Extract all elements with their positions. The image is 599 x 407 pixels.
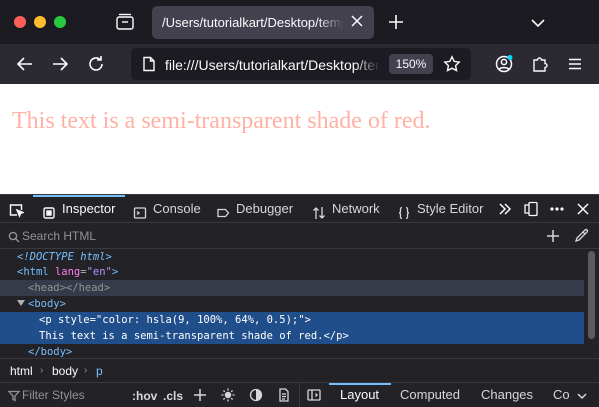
- tab-network[interactable]: Network: [312, 195, 384, 223]
- breadcrumb-p[interactable]: p: [96, 364, 103, 378]
- tab-title: /Users/tutorialkart/Desktop/temp.html: [162, 15, 344, 30]
- close-icon[interactable]: [350, 14, 364, 28]
- network-icon: [312, 202, 326, 219]
- tab-inspector[interactable]: Inspector: [42, 195, 122, 223]
- breadcrumb-body[interactable]: body: [52, 364, 78, 378]
- markup-node-head[interactable]: <head></head>: [0, 280, 584, 296]
- close-devtools-icon[interactable]: [576, 202, 590, 216]
- style-editor-icon: [397, 202, 411, 220]
- navigation-toolbar: file:///Users/tutorialkart/Desktop/temp.…: [0, 44, 599, 84]
- breadcrumb-separator-icon: ›: [84, 365, 88, 376]
- menu-icon[interactable]: [565, 54, 585, 74]
- star-icon[interactable]: [443, 55, 461, 73]
- markup-tree: <!DOCTYPE html> <html lang="en"> <head><…: [0, 249, 599, 358]
- markup-node-html[interactable]: <html lang="en">: [0, 264, 584, 280]
- tab-list-icon[interactable]: [114, 11, 136, 33]
- tab-style-editor[interactable]: Style Editor: [397, 195, 489, 223]
- zoom-window-button[interactable]: [54, 16, 66, 28]
- markup-node-doctype[interactable]: <!DOCTYPE html>: [0, 249, 584, 265]
- title-bar: /Users/tutorialkart/Desktop/temp.html: [0, 0, 599, 44]
- console-icon: [133, 202, 147, 219]
- search-icon: [8, 230, 20, 243]
- page-content: This text is a semi-transparent shade of…: [0, 84, 599, 194]
- url-bar[interactable]: file:///Users/tutorialkart/Desktop/temp.…: [131, 48, 471, 80]
- tab-debugger[interactable]: Debugger: [216, 195, 298, 223]
- zoom-level-button[interactable]: 150%: [389, 54, 433, 74]
- more-tabs-chevron-icon[interactable]: [497, 201, 513, 217]
- add-node-icon[interactable]: [546, 229, 560, 243]
- expand-twisty-icon[interactable]: [17, 300, 25, 306]
- chevron-down-icon[interactable]: [530, 16, 546, 28]
- scrollbar-thumb[interactable]: [588, 251, 595, 339]
- close-window-button[interactable]: [14, 16, 26, 28]
- forward-arrow-icon[interactable]: [50, 54, 70, 74]
- plus-icon[interactable]: [387, 13, 405, 31]
- reload-icon[interactable]: [86, 54, 106, 74]
- tab-console[interactable]: Console: [133, 195, 205, 223]
- chevron-down-icon[interactable]: [576, 389, 588, 401]
- search-html-input[interactable]: [22, 227, 522, 245]
- minimize-window-button[interactable]: [34, 16, 46, 28]
- page-icon: [141, 56, 157, 72]
- breadcrumb-html[interactable]: html: [10, 364, 33, 378]
- markup-node-p-selected[interactable]: <p style="color: hsla(9, 100%, 64%, 0.5)…: [0, 312, 584, 328]
- toggle-sidebar-icon[interactable]: [307, 388, 321, 402]
- tab-computed[interactable]: Computed: [400, 383, 466, 407]
- dark-mode-icon[interactable]: [249, 388, 263, 402]
- print-media-icon[interactable]: [277, 388, 291, 402]
- url-text[interactable]: file:///Users/tutorialkart/Desktop/temp.…: [165, 57, 380, 73]
- classes-button[interactable]: .cls: [163, 389, 183, 403]
- hover-states-button[interactable]: :hov: [132, 389, 157, 403]
- markup-node-body-close[interactable]: </body>: [0, 344, 584, 358]
- debugger-icon: [216, 202, 230, 218]
- rules-toolbar: :hov .cls Layout Computed Changes Co: [0, 382, 599, 407]
- inspector-icon: [42, 202, 56, 219]
- light-mode-icon[interactable]: [221, 388, 235, 402]
- element-picker-icon[interactable]: [8, 202, 25, 218]
- breadcrumb-separator-icon: ›: [40, 365, 44, 376]
- devtools-tab-bar: Inspector Console Debugger Network Style…: [0, 194, 599, 223]
- markup-scrollbar[interactable]: [584, 249, 599, 358]
- filter-styles-input[interactable]: [22, 386, 122, 404]
- filter-icon: [7, 389, 21, 402]
- tab-layout[interactable]: Layout: [340, 383, 384, 407]
- browser-tab[interactable]: /Users/tutorialkart/Desktop/temp.html: [152, 6, 374, 39]
- search-html-bar: [0, 223, 599, 249]
- add-rule-icon[interactable]: [193, 388, 207, 402]
- responsive-design-icon[interactable]: [523, 201, 539, 217]
- back-arrow-icon[interactable]: [15, 54, 35, 74]
- markup-node-body[interactable]: <body>: [0, 296, 584, 312]
- account-icon[interactable]: [494, 54, 514, 74]
- eyedropper-icon[interactable]: [574, 228, 589, 243]
- breadcrumb: html › body › p: [0, 358, 599, 382]
- semi-transparent-paragraph: This text is a semi-transparent shade of…: [12, 108, 431, 134]
- panel-divider: [299, 383, 300, 407]
- tab-changes[interactable]: Changes: [481, 383, 541, 407]
- more-options-icon[interactable]: [549, 201, 565, 217]
- extensions-icon[interactable]: [530, 54, 550, 74]
- markup-node-p-text[interactable]: This text is a semi-transparent shade of…: [0, 328, 584, 344]
- tab-compatibility[interactable]: Co: [553, 383, 571, 407]
